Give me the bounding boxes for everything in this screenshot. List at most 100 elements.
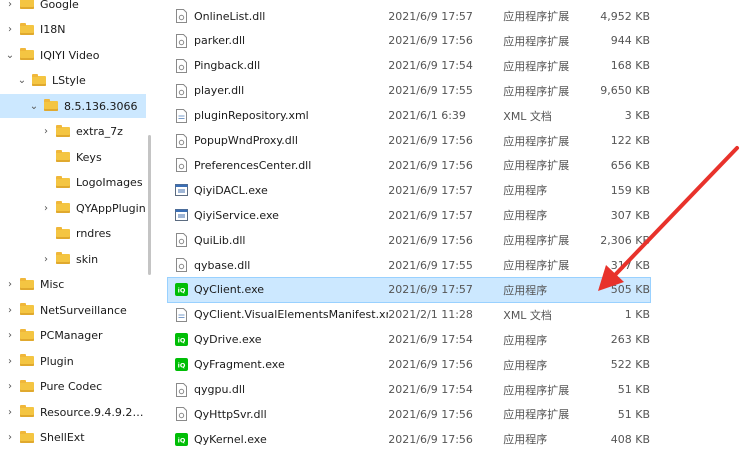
tree-item-label: Misc [40, 278, 65, 291]
navigation-scrollbar[interactable] [148, 135, 151, 275]
tree-item-label: ShellExt [40, 431, 85, 443]
chevron-right-icon[interactable]: › [4, 356, 16, 367]
file-type: 应用程序 [503, 333, 548, 347]
tree-item-label: LStyle [52, 74, 86, 87]
chevron-down-icon[interactable]: ⌄ [28, 101, 40, 112]
tree-item-skin[interactable]: › skin [0, 247, 146, 271]
file-row-qykernel-exe[interactable]: iQ QyKernel.exe 2021/6/9 17:56 应用程序 408 KB [168, 427, 650, 451]
file-size: 307 KB [610, 208, 650, 222]
iqiyi-app-icon: iQ [174, 282, 188, 298]
file-row-player-dll[interactable]: player.dll 2021/6/9 17:55 应用程序扩展 9,650 KB [168, 79, 650, 103]
tree-item-label: LogoImages [76, 176, 143, 189]
tree-item-8-5-136-3066[interactable]: ⌄ 8.5.136.3066 [0, 94, 146, 118]
folder-icon [20, 22, 34, 35]
folder-icon [56, 226, 70, 239]
exe-window-icon [174, 207, 188, 223]
chevron-right-icon[interactable]: › [4, 330, 16, 341]
file-name: QyClient.exe [194, 283, 265, 297]
file-name: PopupWndProxy.dll [194, 134, 298, 147]
folder-icon [20, 405, 34, 417]
chevron-right-icon[interactable]: › [4, 0, 16, 10]
file-size: 51 KB [617, 407, 650, 421]
chevron-right-icon[interactable]: › [4, 24, 16, 35]
file-row-qyfragment-exe[interactable]: iQ QyFragment.exe 2021/6/9 17:56 应用程序 522 KB [168, 353, 650, 377]
tree-item-shellext[interactable]: › ShellExt [0, 426, 146, 443]
folder-icon [20, 354, 34, 366]
file-row-qybase-dll[interactable]: qybase.dll 2021/6/9 17:55 应用程序扩展 317 KB [168, 253, 650, 277]
iqiyi-app-icon: iQ [174, 431, 188, 447]
chevron-right-icon[interactable]: › [40, 203, 52, 214]
tree-item-rndres[interactable]: rndres [0, 222, 146, 246]
chevron-right-icon[interactable]: › [4, 305, 16, 316]
tree-item-label: Plugin [40, 354, 74, 368]
file-name: parker.dll [194, 34, 246, 48]
tree-item-iqiyi-video[interactable]: ⌄ IQIYI Video [0, 43, 146, 67]
file-type: 应用程序扩展 [503, 34, 570, 48]
file-row-qygpu-dll[interactable]: qygpu.dll 2021/6/9 17:54 应用程序扩展 51 KB [168, 378, 650, 402]
folder-icon [20, 277, 34, 290]
file-row-popupwndproxy-dll[interactable]: PopupWndProxy.dll 2021/6/9 17:56 应用程序扩展 122… [168, 129, 650, 153]
file-size: 51 KB [617, 383, 650, 396]
file-type: 应用程序扩展 [503, 84, 570, 98]
file-type: 应用程序扩展 [503, 134, 570, 148]
file-row-pingback-dll[interactable]: Pingback.dll 2021/6/9 17:54 应用程序扩展 168 KB [168, 54, 650, 78]
file-date-modified: 2021/6/9 17:56 [388, 407, 473, 421]
tree-item-label: rndres [76, 227, 112, 240]
file-row-parker-dll[interactable]: parker.dll 2021/6/9 17:56 应用程序扩展 944 KB [168, 29, 650, 53]
chevron-right-icon[interactable]: › [4, 381, 16, 392]
tree-item-misc[interactable]: › Misc [0, 273, 146, 297]
file-row-qyhttpsvr-dll[interactable]: QyHttpSvr.dll 2021/6/9 17:56 应用程序扩展 51 KB [168, 402, 650, 426]
file-row-qiyiservice-exe[interactable]: QiyiService.exe 2021/6/9 17:57 应用程序 307 KB [168, 203, 650, 227]
file-row-onlinelist-dll[interactable]: OnlineList.dll 2021/6/9 17:57 应用程序扩展 4,952 … [168, 4, 650, 28]
file-date-modified: 2021/6/9 17:56 [388, 233, 473, 247]
file-type: 应用程序 [503, 283, 548, 297]
chevron-down-icon[interactable]: ⌄ [4, 50, 16, 61]
file-row-quilib-dll[interactable]: QuiLib.dll 2021/6/9 17:56 应用程序扩展 2,306 KB [168, 228, 650, 252]
file-name: QyFragment.exe [194, 358, 285, 372]
chevron-right-icon[interactable]: › [40, 126, 52, 137]
tree-item-plugin[interactable]: › Plugin [0, 349, 146, 373]
tree-item-keys[interactable]: Keys [0, 145, 146, 169]
file-date-modified: 2021/2/1 11:28 [388, 308, 473, 322]
svg-text:iQ: iQ [177, 287, 185, 295]
tree-item-google[interactable]: › Google [0, 0, 146, 16]
chevron-right-icon[interactable]: › [4, 432, 16, 443]
chevron-down-icon[interactable]: ⌄ [16, 75, 28, 86]
dll-file-icon [174, 406, 188, 422]
file-date-modified: 2021/6/1 6:39 [388, 109, 466, 123]
tree-item-resource-9-4-9-27847[interactable]: › Resource.9.4.9.27847 [0, 400, 146, 424]
file-date-modified: 2021/6/9 17:56 [388, 34, 473, 48]
tree-item-i18n[interactable]: › I18N [0, 18, 146, 42]
file-size: 522 KB [610, 358, 650, 372]
tree-item-pure-codec[interactable]: › Pure Codec [0, 375, 146, 399]
file-row-preferencescenter-dll[interactable]: PreferencesCenter.dll 2021/6/9 17:56 应用程序扩… [168, 153, 650, 177]
navigation-pane: › Google › I18N ⌄ IQIYI Video ⌄ LStyle ⌄ 8.5.136.… [0, 0, 146, 443]
file-row-pluginrepository-xml[interactable]: pluginRepository.xml 2021/6/1 6:39 XML 文档 3… [168, 104, 650, 128]
tree-item-netsurveillance[interactable]: › NetSurveillance [0, 298, 146, 322]
file-name: QuiLib.dll [194, 233, 246, 247]
folder-icon [56, 252, 70, 264]
tree-item-label: extra_7z [76, 125, 123, 138]
chevron-right-icon[interactable]: › [40, 254, 52, 265]
file-row-qydrive-exe[interactable]: iQ QyDrive.exe 2021/6/9 17:54 应用程序 263 KB [168, 328, 650, 352]
dll-file-icon [174, 232, 188, 248]
tree-item-pcmanager[interactable]: › PCManager [0, 324, 146, 348]
dll-file-icon [174, 382, 188, 398]
exe-window-icon [174, 182, 188, 198]
tree-item-label: IQIYI Video [40, 48, 100, 62]
folder-icon [56, 201, 70, 213]
file-date-modified: 2021/6/9 17:56 [388, 358, 473, 372]
file-row-qiyidacl-exe[interactable]: QiyiDACL.exe 2021/6/9 17:57 应用程序 159 KB [168, 178, 650, 202]
tree-item-extra-7z[interactable]: › extra_7z [0, 120, 146, 144]
tree-item-label: PCManager [40, 329, 103, 342]
file-name: qygpu.dll [194, 383, 246, 396]
tree-item-lstyle[interactable]: ⌄ LStyle [0, 69, 146, 93]
tree-item-label: 8.5.136.3066 [64, 99, 138, 113]
dll-file-icon [174, 58, 188, 74]
file-row-qyclient-exe[interactable]: iQ QyClient.exe 2021/6/9 17:57 应用程序 505 KB [167, 276, 651, 303]
tree-item-logoimages[interactable]: LogoImages [0, 171, 146, 195]
chevron-right-icon[interactable]: › [4, 279, 16, 290]
chevron-right-icon[interactable]: › [4, 407, 16, 418]
tree-item-qyappplugin[interactable]: › QYAppPlugin [0, 196, 146, 220]
file-row-qyclient-visualelementsmanifest-xml[interactable]: QyClient.VisualElementsManifest.xml 2021/… [168, 303, 650, 327]
